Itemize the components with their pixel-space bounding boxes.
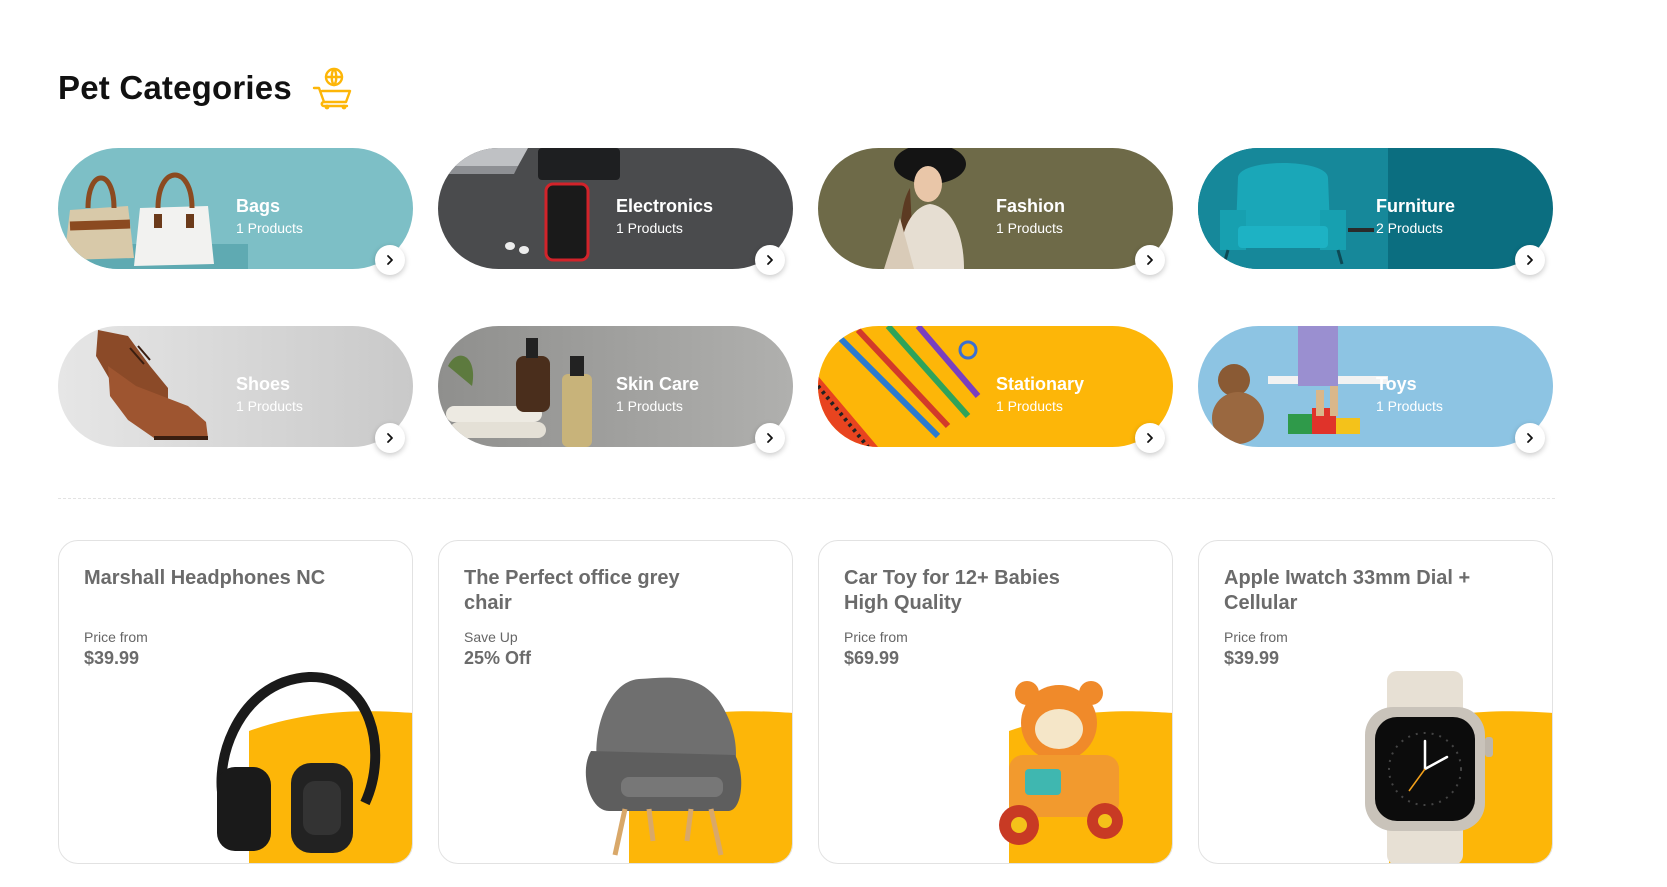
product-card-headphones[interactable]: Marshall Headphones NC Price from $39.99 [58, 540, 413, 864]
product-price: $39.99 [84, 648, 140, 668]
product-price-label: Price from [844, 629, 908, 645]
product-card-chair[interactable]: The Perfect office grey chair Save Up 25… [438, 540, 793, 864]
chevron-right-icon [387, 433, 393, 443]
category-skin-care-text: Skin Care 1 Products [616, 373, 699, 415]
category-card-skin-care[interactable]: Skin Care 1 Products [438, 326, 793, 453]
category-name: Fashion [996, 196, 1066, 216]
product-price-label: Save Up [464, 629, 518, 645]
stationary-image [818, 326, 981, 447]
category-shoes-text: Shoes 1 Products [236, 373, 303, 415]
category-name: Shoes [236, 374, 291, 394]
category-card-stationary[interactable]: Stationary 1 Products [818, 326, 1173, 453]
category-arrow-button[interactable] [755, 423, 785, 453]
fashion-image [884, 148, 966, 269]
category-name: Skin Care [616, 374, 700, 394]
category-arrow-button[interactable] [1515, 423, 1545, 453]
section-header: Pet Categories [58, 66, 354, 110]
chevron-right-icon [1527, 433, 1533, 443]
shoes-image [96, 330, 208, 440]
section-divider [58, 498, 1555, 499]
product-card-car-toy[interactable]: Car Toy for 12+ Babies High Quality Pric… [818, 540, 1173, 864]
product-title: Apple Iwatch 33mm Dial + Cellular [1224, 567, 1471, 614]
electronics-image [438, 148, 620, 262]
category-row: Bags 1 Products Electronics 1 Products F… [58, 148, 1558, 275]
category-card-toys[interactable]: Toys 1 Products [1198, 326, 1553, 453]
product-grid: Marshall Headphones NC Price from $39.99… [58, 540, 1553, 864]
furniture-image [1198, 148, 1388, 269]
skin-care-image [446, 338, 592, 447]
chevron-right-icon [1147, 255, 1153, 265]
category-count: 1 Products [996, 398, 1063, 414]
product-price: $39.99 [1224, 648, 1280, 668]
product-price: 25% Off [464, 648, 532, 668]
chevron-right-icon [387, 255, 393, 265]
category-name: Stationary [996, 374, 1085, 394]
category-arrow-button[interactable] [1135, 245, 1165, 275]
category-arrow-button[interactable] [1135, 423, 1165, 453]
chevron-right-icon [767, 433, 773, 443]
bags-image [58, 172, 248, 269]
category-fashion-text: Fashion 1 Products [996, 195, 1065, 237]
category-row: Shoes 1 Products Skin Care 1 Products St… [58, 326, 1558, 453]
category-card-bags[interactable]: Bags 1 Products [58, 148, 413, 275]
category-bags-text: Bags 1 Products [236, 195, 303, 237]
category-furniture-text: Furniture 2 Products [1376, 195, 1455, 237]
product-card-watch[interactable]: Apple Iwatch 33mm Dial + Cellular Price … [1198, 540, 1553, 864]
product-title: Car Toy for 12+ Babies High Quality [844, 567, 1060, 614]
shopping-cart-icon [312, 67, 352, 110]
category-count: 1 Products [616, 398, 683, 414]
category-card-electronics[interactable]: Electronics 1 Products [438, 148, 793, 275]
category-card-fashion[interactable]: Fashion 1 Products [818, 148, 1173, 275]
category-card-furniture[interactable]: Furniture 2 Products [1198, 148, 1553, 275]
product-price: $69.99 [844, 648, 900, 668]
category-name: Bags [236, 196, 281, 216]
category-arrow-button[interactable] [1515, 245, 1545, 275]
category-count: 1 Products [996, 220, 1063, 236]
category-grid: Bags 1 Products Electronics 1 Products F… [58, 148, 1558, 504]
product-price-label: Price from [84, 629, 148, 645]
category-electronics-text: Electronics 1 Products [616, 195, 713, 237]
category-name: Furniture [1376, 196, 1455, 216]
product-title: The Perfect office grey chair [464, 567, 680, 614]
category-arrow-button[interactable] [375, 245, 405, 275]
category-name: Toys [1376, 374, 1417, 394]
category-count: 1 Products [616, 220, 683, 236]
category-count: 1 Products [236, 398, 303, 414]
section-title: Pet Categories [58, 69, 292, 106]
chevron-right-icon [1147, 433, 1153, 443]
category-toys-text: Toys 1 Products [1376, 373, 1443, 415]
category-arrow-button[interactable] [375, 423, 405, 453]
category-arrow-button[interactable] [755, 245, 785, 275]
category-count: 1 Products [236, 220, 303, 236]
product-price-label: Price from [1224, 629, 1288, 645]
chevron-right-icon [767, 255, 773, 265]
chevron-right-icon [1527, 255, 1533, 265]
product-title: Marshall Headphones NC [84, 567, 326, 589]
category-count: 2 Products [1376, 220, 1443, 236]
category-stationary-text: Stationary 1 Products [996, 373, 1084, 415]
category-card-shoes[interactable]: Shoes 1 Products [58, 326, 413, 453]
category-count: 1 Products [1376, 398, 1443, 414]
toys-image [1212, 326, 1388, 444]
category-name: Electronics [616, 196, 714, 216]
